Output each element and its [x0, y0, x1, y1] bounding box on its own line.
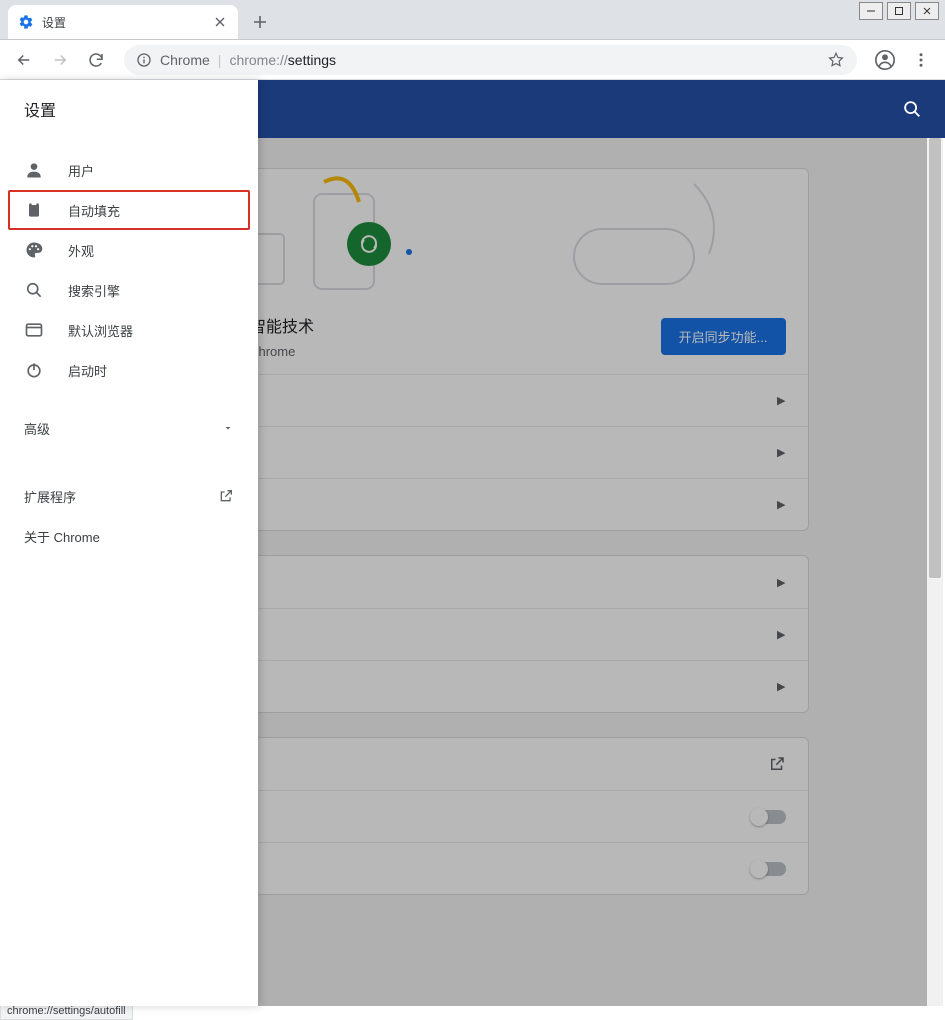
minimize-button[interactable]: [859, 2, 883, 20]
sidebar-item-search[interactable]: 搜索引擎: [0, 270, 258, 310]
settings-drawer: 设置 用户 自动填充 外观 搜索引擎: [0, 80, 258, 1006]
browser-window-icon: [24, 320, 44, 340]
vertical-scrollbar[interactable]: [927, 138, 943, 1006]
sidebar-item-label: 自动填充: [68, 201, 120, 220]
sidebar-item-autofill[interactable]: 自动填充: [8, 190, 250, 230]
new-tab-button[interactable]: [246, 8, 274, 36]
sidebar-item-about[interactable]: 关于 Chrome: [0, 516, 258, 556]
site-info-icon[interactable]: [136, 52, 152, 68]
sidebar-item-label: 搜索引擎: [68, 281, 120, 300]
chevron-right-icon: ▶: [777, 498, 785, 511]
power-icon: [24, 360, 44, 380]
profile-button[interactable]: [869, 44, 901, 76]
gear-icon: [18, 14, 34, 30]
maximize-button[interactable]: [887, 2, 911, 20]
omnibox-scheme: Chrome: [160, 52, 210, 68]
tab-title: 设置: [42, 14, 66, 31]
sidebar-item-label: 用户: [68, 161, 94, 180]
drawer-title: 设置: [0, 80, 258, 138]
chevron-right-icon: ▶: [777, 394, 785, 407]
sidebar-item-label: 默认浏览器: [68, 321, 133, 340]
search-icon[interactable]: [901, 98, 923, 120]
address-bar[interactable]: Chrome | chrome://settings: [124, 45, 857, 75]
bookmark-star-icon[interactable]: [827, 51, 845, 69]
palette-icon: [24, 240, 44, 260]
browser-toolbar: Chrome | chrome://settings: [0, 40, 945, 80]
clipboard-icon: [24, 200, 44, 220]
back-button[interactable]: [8, 44, 40, 76]
scrollbar-thumb[interactable]: [929, 138, 941, 578]
chevron-right-icon: ▶: [777, 446, 785, 459]
sidebar-item-onstartup[interactable]: 启动时: [0, 350, 258, 390]
window-controls: [853, 0, 945, 22]
status-text: chrome://settings/autofill: [7, 1005, 126, 1017]
sidebar-item-extensions[interactable]: 扩展程序: [0, 476, 258, 516]
chevron-right-icon: ▶: [777, 680, 785, 693]
menu-button[interactable]: [905, 44, 937, 76]
reload-button[interactable]: [80, 44, 112, 76]
open-external-icon: [218, 488, 234, 504]
sidebar-item-default-browser[interactable]: 默认浏览器: [0, 310, 258, 350]
omnibox-separator: |: [218, 52, 222, 68]
person-icon: [24, 160, 44, 180]
toggle-switch[interactable]: [752, 810, 786, 824]
forward-button[interactable]: [44, 44, 76, 76]
sidebar-item-label: 启动时: [68, 361, 107, 380]
sidebar-item-label: 外观: [68, 241, 94, 260]
omnibox-url: chrome://settings: [229, 52, 336, 68]
sidebar-item-label: 高级: [24, 419, 50, 438]
tab-strip: 设置: [0, 0, 945, 40]
sidebar-item-advanced[interactable]: 高级: [0, 408, 258, 448]
close-window-button[interactable]: [915, 2, 939, 20]
enable-sync-button[interactable]: 开启同步功能...: [661, 318, 786, 355]
chevron-right-icon: ▶: [777, 576, 785, 589]
sidebar-item-people[interactable]: 用户: [0, 150, 258, 190]
sidebar-item-appearance[interactable]: 外观: [0, 230, 258, 270]
chevron-down-icon: [222, 422, 234, 434]
browser-tab[interactable]: 设置: [8, 5, 238, 39]
toggle-switch[interactable]: [752, 862, 786, 876]
chevron-right-icon: ▶: [777, 628, 785, 641]
sidebar-item-label: 扩展程序: [24, 487, 76, 506]
search-icon: [24, 280, 44, 300]
open-external-icon: [768, 755, 786, 773]
sidebar-item-label: 关于 Chrome: [24, 527, 100, 546]
close-tab-icon[interactable]: [212, 14, 228, 30]
